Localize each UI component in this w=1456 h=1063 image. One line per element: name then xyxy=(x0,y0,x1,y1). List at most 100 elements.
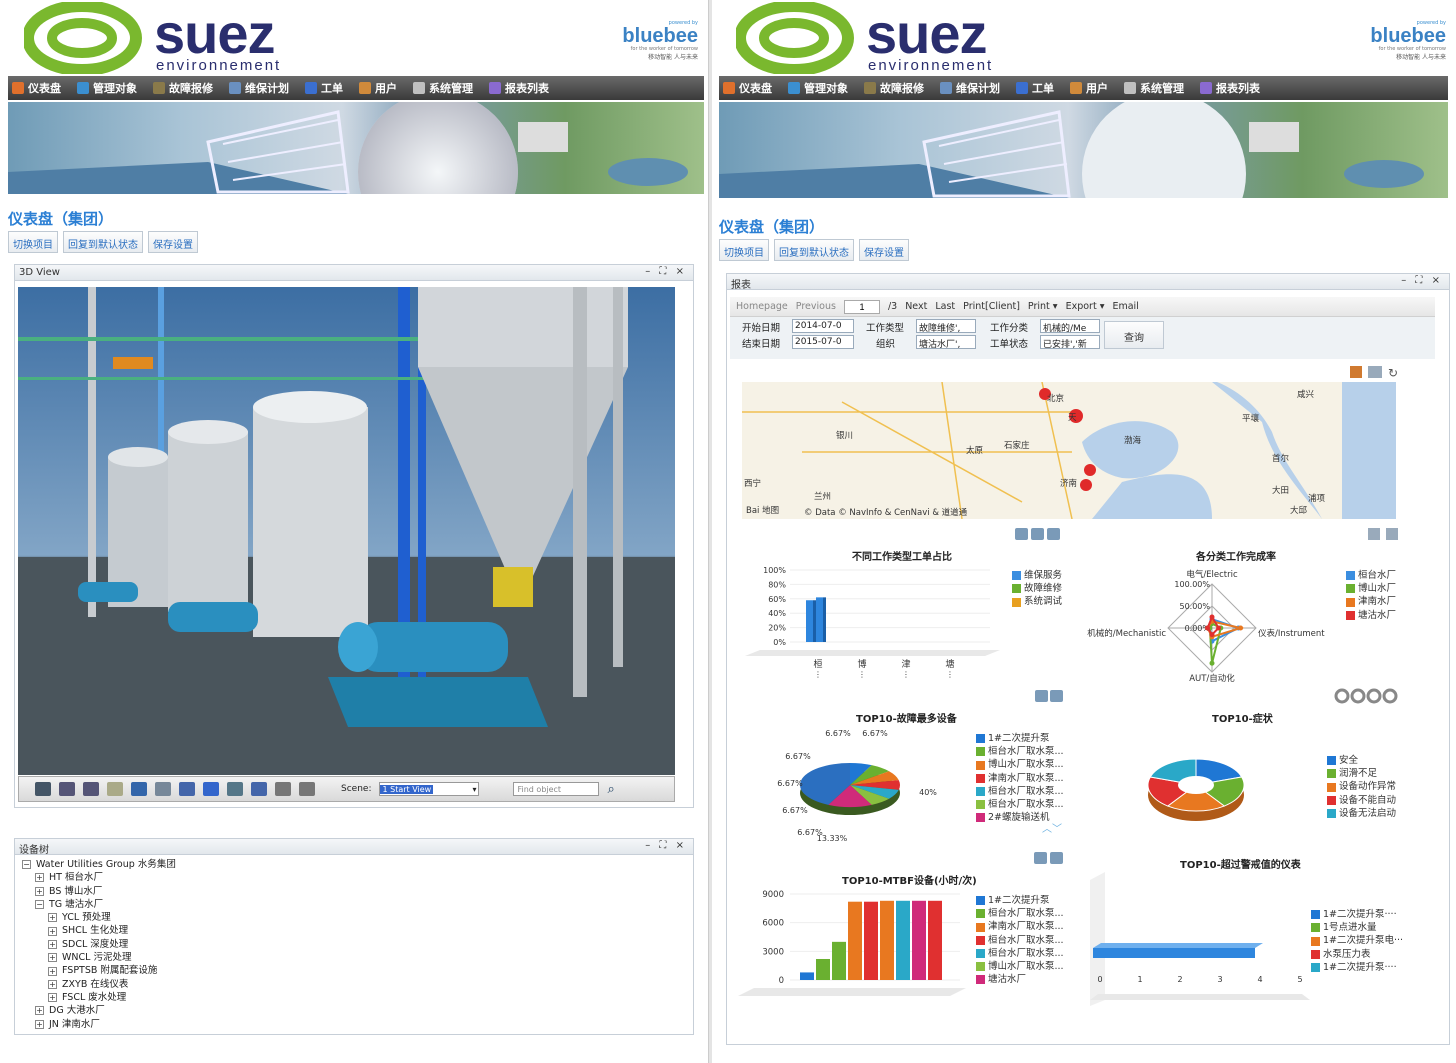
bar xyxy=(848,901,862,980)
x-tick-ellipsis: ⋮ xyxy=(946,670,954,679)
legend-item[interactable]: 1#二次提升泵···· xyxy=(1311,961,1403,974)
pie-label: 6.67% xyxy=(782,806,808,815)
donut-type-icon xyxy=(1334,688,1350,704)
chart6-title: TOP10-超过警戒值的仪表 xyxy=(1180,860,1301,871)
chart4-legend: 安全 润滑不足 设备动作异常 设备不能自动 设备无法启动 xyxy=(1327,754,1396,820)
bar xyxy=(928,900,942,980)
map-marker-icon xyxy=(1350,366,1362,378)
x-tick-label: 塘 xyxy=(945,658,954,670)
bar xyxy=(806,600,813,642)
pie-label: 6.67% xyxy=(825,729,851,738)
chart-type-icon xyxy=(1015,528,1028,540)
legend-item[interactable]: 桓台水厂取水泵... xyxy=(976,907,1064,920)
x-tick-label: 1 xyxy=(1137,975,1142,984)
radar-axis-label: 机械的/Mechanistic xyxy=(1087,628,1166,639)
legend-item[interactable]: 故障维修 xyxy=(1012,582,1062,595)
legend-item[interactable]: 润滑不足 xyxy=(1327,767,1396,780)
bar-top xyxy=(1093,943,1263,948)
legend-item[interactable]: 桓台水厂取水泵... xyxy=(976,934,1064,947)
radar-point xyxy=(1209,614,1215,620)
x-tick-label: 4 xyxy=(1257,975,1262,984)
x-tick-ellipsis: ⋮ xyxy=(902,670,910,679)
y-tick-label: 3000 xyxy=(762,947,784,957)
radar-point xyxy=(1238,625,1244,631)
bar-top xyxy=(896,896,914,901)
bar xyxy=(832,941,846,980)
y-tick-label: 100% xyxy=(763,566,786,575)
legend-item[interactable]: 津南水厂 xyxy=(1346,595,1396,608)
legend-item[interactable]: 桓台水厂 xyxy=(1346,569,1396,582)
y-tick-label: 9000 xyxy=(762,890,784,900)
legend-item[interactable]: 1#二次提升泵电··· xyxy=(1311,934,1403,947)
legend-item[interactable]: 1#二次提升泵 xyxy=(976,894,1064,907)
bar xyxy=(880,900,894,980)
x-tick-ellipsis: ⋮ xyxy=(858,670,866,679)
radar-point xyxy=(1216,625,1222,631)
chart-type-icon xyxy=(1047,528,1060,540)
legend-item[interactable]: 水泵压力表 xyxy=(1311,948,1403,961)
legend-item[interactable]: 维保服务 xyxy=(1012,569,1062,582)
legend-item[interactable]: 设备无法启动 xyxy=(1327,807,1396,820)
legend-item[interactable]: 系统调试 xyxy=(1012,595,1062,608)
chart5-floor xyxy=(738,988,966,996)
bar-top xyxy=(912,896,930,901)
radar-type-icon xyxy=(1368,528,1380,540)
chart1-title: 不同工作类型工单占比 xyxy=(852,552,952,563)
legend-item[interactable]: 桓台水厂取水泵... xyxy=(976,745,1064,758)
y-tick-label: 60% xyxy=(768,595,786,604)
legend-item[interactable]: 1#二次提升泵 xyxy=(976,732,1064,745)
legend-item[interactable]: 1#二次提升泵···· xyxy=(1311,908,1403,921)
y-tick-label: 80% xyxy=(768,580,786,589)
legend-item[interactable]: 桓台水厂取水泵... xyxy=(976,947,1064,960)
bar xyxy=(896,900,910,980)
legend-item[interactable]: 1号点进水量 xyxy=(1311,921,1403,934)
bar xyxy=(1093,948,1255,958)
bar-side xyxy=(813,600,816,642)
pie-label: 6.67% xyxy=(862,729,888,738)
y-tick-label: 0% xyxy=(773,638,786,647)
legend-item[interactable]: 设备动作异常 xyxy=(1327,780,1396,793)
chart5-legend: 1#二次提升泵 桓台水厂取水泵... 津南水厂取水泵... 桓台水厂取水泵... 桓台水… xyxy=(976,894,1064,986)
bar-top xyxy=(800,968,818,973)
donut-type-icon xyxy=(1366,688,1382,704)
y-tick-label: 20% xyxy=(768,624,786,633)
donut-type-icon xyxy=(1350,688,1366,704)
chart1-floor xyxy=(745,650,1000,656)
bar xyxy=(864,901,878,980)
x-tick-label: 0 xyxy=(1097,975,1102,984)
chart4-title: TOP10-症状 xyxy=(1212,714,1273,725)
legend-item[interactable]: 博山水厂取水泵... xyxy=(976,960,1064,973)
radar-axis-label: 仪表/Instrument xyxy=(1258,628,1325,639)
chart-type-icon xyxy=(1050,690,1063,702)
bar xyxy=(800,972,814,980)
radar-axis-label: 电气/Electric xyxy=(1186,569,1238,580)
radar-tick-label: 50.00% xyxy=(1179,602,1210,611)
pie-label: 13.33% xyxy=(817,834,848,843)
legend-item[interactable]: 设备不能自动 xyxy=(1327,794,1396,807)
legend-item[interactable]: 博山水厂 xyxy=(1346,582,1396,595)
radar-tick-label: 100.00% xyxy=(1174,580,1210,589)
legend-item[interactable]: 桓台水厂取水泵... xyxy=(976,785,1064,798)
legend-item[interactable]: 塘沽水厂 xyxy=(1346,609,1396,622)
radar-point xyxy=(1209,660,1215,666)
pie-label: 40% xyxy=(919,788,937,797)
legend-item[interactable]: 安全 xyxy=(1327,754,1396,767)
legend-item[interactable]: 桓台水厂取水泵... xyxy=(976,798,1064,811)
x-tick-label: 2 xyxy=(1177,975,1182,984)
x-tick-label: 博 xyxy=(857,658,866,670)
legend-item[interactable]: 津南水厂取水泵... xyxy=(976,772,1064,785)
chart1-legend: 维保服务 故障维修 系统调试 xyxy=(1012,569,1062,609)
x-tick-label: 3 xyxy=(1217,975,1222,984)
x-tick-label: 桓 xyxy=(813,658,822,670)
bar xyxy=(816,597,823,642)
y-tick-label: 0 xyxy=(779,976,784,986)
x-tick-ellipsis: ⋮ xyxy=(814,670,822,679)
legend-item[interactable]: 津南水厂取水泵... xyxy=(976,920,1064,933)
legend-item[interactable]: 2#螺旋输送机 xyxy=(976,811,1064,824)
chart6-legend: 1#二次提升泵···· 1号点进水量 1#二次提升泵电··· 水泵压力表 1#二次提升泵… xyxy=(1311,908,1403,974)
legend-item[interactable]: 博山水厂取水泵... xyxy=(976,758,1064,771)
bar-top xyxy=(832,937,850,942)
legend-item[interactable]: 塘沽水厂 xyxy=(976,973,1064,986)
bar-top xyxy=(928,896,946,901)
chart-type-icon xyxy=(1050,852,1063,864)
